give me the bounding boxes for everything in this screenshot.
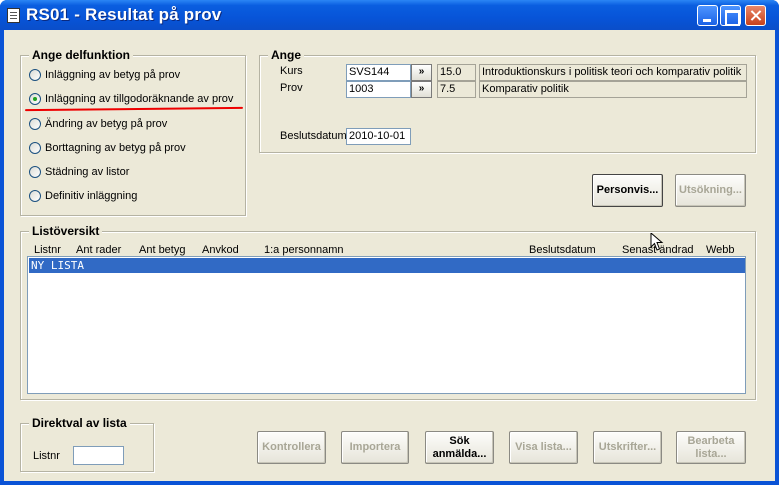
list-table[interactable]: NY LISTA bbox=[27, 256, 746, 394]
listnr-input[interactable] bbox=[73, 446, 124, 465]
visa-lista-button[interactable]: Visa lista... bbox=[509, 431, 578, 464]
radio-option-andring[interactable]: Ändring av betyg på prov bbox=[29, 116, 167, 132]
prov-label: Prov bbox=[280, 82, 303, 94]
radio-button[interactable] bbox=[29, 166, 41, 178]
beslutsdatum-input[interactable]: 2010-10-01 bbox=[346, 128, 411, 145]
kontrollera-button[interactable]: Kontrollera bbox=[257, 431, 326, 464]
minimize-icon[interactable] bbox=[697, 5, 718, 26]
table-row[interactable]: NY LISTA bbox=[29, 258, 745, 273]
radio-label: Ändring av betyg på prov bbox=[45, 118, 168, 130]
radio-button[interactable] bbox=[29, 142, 41, 154]
radio-label: Städning av listor bbox=[45, 166, 130, 178]
col-webb[interactable]: Webb bbox=[706, 244, 735, 256]
col-ant-rader[interactable]: Ant rader bbox=[76, 244, 121, 256]
col-ant-betyg[interactable]: Ant betyg bbox=[139, 244, 185, 256]
delfunktion-legend: Ange delfunktion bbox=[29, 48, 133, 62]
listnr-label: Listnr bbox=[33, 450, 60, 462]
direktval-legend: Direktval av lista bbox=[29, 416, 130, 430]
utsokning-button[interactable]: Utsökning... bbox=[675, 174, 746, 207]
kurs-label: Kurs bbox=[280, 65, 303, 77]
bearbeta-lista-button[interactable]: Bearbeta lista... bbox=[676, 431, 746, 464]
radio-label: Definitiv inläggning bbox=[45, 190, 138, 202]
personvis-button[interactable]: Personvis... bbox=[592, 174, 663, 207]
radio-button[interactable] bbox=[29, 190, 41, 202]
col-beslutsdatum[interactable]: Beslutsdatum bbox=[529, 244, 596, 256]
col-listnr[interactable]: Listnr bbox=[34, 244, 61, 256]
sok-anmalda-line1: Sök bbox=[449, 434, 470, 447]
ange-group: Ange Kurs SVS144 » 15.0 Introduktionskur… bbox=[259, 48, 756, 153]
kurs-lookup-button[interactable]: » bbox=[411, 64, 432, 81]
red-underline-annotation bbox=[24, 106, 244, 112]
application-window: RS01 - Resultat på prov Ange delfunktion… bbox=[0, 0, 779, 485]
listoversikt-legend: Listöversikt bbox=[29, 224, 103, 238]
utskrifter-button[interactable]: Utskrifter... bbox=[593, 431, 662, 464]
title-bar[interactable]: RS01 - Resultat på prov bbox=[0, 0, 779, 30]
radio-button-selected[interactable] bbox=[29, 93, 41, 105]
sok-anmalda-line2: anmälda... bbox=[432, 447, 487, 460]
prov-lookup-button[interactable]: » bbox=[411, 81, 432, 98]
radio-label: Borttagning av betyg på prov bbox=[45, 142, 186, 154]
radio-option-inlaggning-betyg[interactable]: Inläggning av betyg på prov bbox=[29, 67, 180, 83]
maximize-icon[interactable] bbox=[720, 5, 741, 26]
sok-anmalda-button[interactable]: Sök anmälda... bbox=[425, 431, 494, 464]
delfunktion-group: Ange delfunktion Inläggning av betyg på … bbox=[20, 48, 246, 216]
col-anvkod[interactable]: Anvkod bbox=[202, 244, 239, 256]
close-icon[interactable] bbox=[745, 5, 766, 26]
radio-option-definitiv[interactable]: Definitiv inläggning bbox=[29, 188, 137, 204]
kurs-name: Introduktionskurs i politisk teori och k… bbox=[479, 64, 747, 81]
kurs-points: 15.0 bbox=[437, 64, 476, 81]
prov-points: 7.5 bbox=[437, 81, 476, 98]
prov-name: Komparativ politik bbox=[479, 81, 747, 98]
radio-option-stadning[interactable]: Städning av listor bbox=[29, 164, 129, 180]
radio-button[interactable] bbox=[29, 69, 41, 81]
kurs-input[interactable]: SVS144 bbox=[346, 64, 411, 81]
radio-option-borttagning[interactable]: Borttagning av betyg på prov bbox=[29, 140, 186, 156]
window-title: RS01 - Resultat på prov bbox=[26, 5, 222, 24]
document-icon[interactable] bbox=[7, 8, 20, 23]
direktval-group: Direktval av lista Listnr bbox=[20, 416, 154, 472]
col-personnamn[interactable]: 1:a personnamn bbox=[264, 244, 344, 256]
bearbeta-line2: lista... bbox=[695, 447, 727, 460]
beslutsdatum-label: Beslutsdatum bbox=[280, 130, 347, 142]
prov-input[interactable]: 1003 bbox=[346, 81, 411, 98]
ange-legend: Ange bbox=[268, 48, 304, 62]
bearbeta-line1: Bearbeta bbox=[687, 434, 735, 447]
radio-label: Inläggning av betyg på prov bbox=[45, 69, 181, 81]
importera-button[interactable]: Importera bbox=[341, 431, 409, 464]
radio-button[interactable] bbox=[29, 118, 41, 130]
radio-option-inlaggning-tillgodoraknande[interactable]: Inläggning av tillgodoräknande av prov bbox=[29, 91, 233, 107]
radio-label: Inläggning av tillgodoräknande av prov bbox=[45, 93, 234, 105]
window-client-area: Ange delfunktion Inläggning av betyg på … bbox=[4, 30, 775, 481]
col-senast-andrad[interactable]: Senast ändrad bbox=[622, 244, 694, 256]
